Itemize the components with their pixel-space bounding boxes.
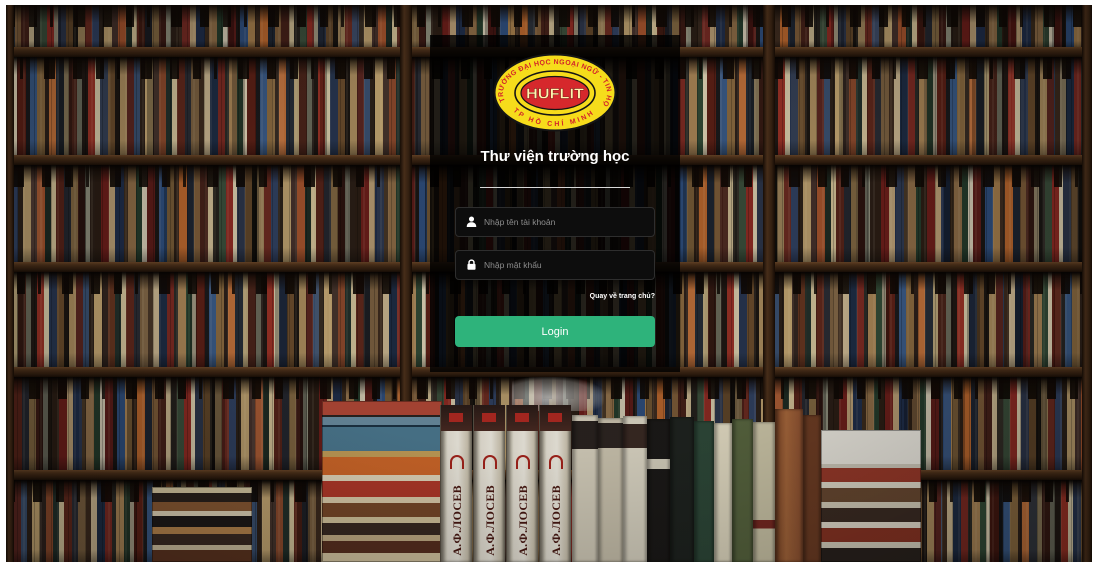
back-to-home-link[interactable]: Quay về trang chủ? bbox=[590, 292, 655, 302]
spine-cap bbox=[507, 405, 538, 431]
password-field bbox=[455, 250, 655, 280]
book-spine: А.Ф.ЛОСЕВ bbox=[539, 405, 571, 562]
book-spine-label: А.Ф.ЛОСЕВ bbox=[483, 485, 497, 556]
book-spine bbox=[572, 415, 598, 562]
book-spine-label: А.Ф.ЛОСЕВ bbox=[450, 485, 464, 556]
password-input[interactable] bbox=[484, 251, 650, 279]
shelf-post bbox=[1082, 5, 1092, 562]
page-title: Thư viện trường học bbox=[480, 148, 630, 165]
huflit-logo: HUFLIT TRƯỜNG ĐẠI HỌC NGOẠI NGỮ - TIN HỌ… bbox=[493, 53, 617, 132]
title-divider bbox=[480, 187, 630, 188]
book-spine: А.Ф.ЛОСЕВ bbox=[473, 405, 505, 562]
book-spine bbox=[803, 415, 821, 562]
book-spine bbox=[647, 419, 670, 562]
lock-icon bbox=[467, 259, 476, 270]
spine-cap bbox=[540, 405, 571, 431]
book-spine bbox=[753, 422, 775, 562]
book-stack bbox=[322, 401, 442, 562]
user-icon bbox=[466, 216, 477, 227]
shelf-post bbox=[6, 5, 14, 562]
username-input[interactable] bbox=[484, 208, 650, 236]
login-panel: HUFLIT TRƯỜNG ĐẠI HỌC NGOẠI NGỮ - TIN HỌ… bbox=[430, 35, 680, 372]
logo-wordmark: HUFLIT bbox=[526, 87, 584, 103]
spine-cap bbox=[474, 405, 505, 431]
book-stack bbox=[821, 430, 921, 562]
book-spine bbox=[775, 409, 803, 562]
book-spine bbox=[694, 421, 714, 562]
book-spine bbox=[598, 418, 623, 562]
login-button[interactable]: Login bbox=[455, 316, 655, 347]
book-spine bbox=[623, 416, 647, 562]
book-spine-label: А.Ф.ЛОСЕВ bbox=[549, 485, 563, 556]
spine-cap bbox=[441, 405, 472, 431]
username-field bbox=[455, 207, 655, 237]
book-stack bbox=[152, 487, 252, 562]
book-spine bbox=[732, 419, 753, 562]
book-spine: А.Ф.ЛОСЕВ bbox=[506, 405, 538, 562]
book-spine bbox=[670, 417, 694, 562]
book-spine: А.Ф.ЛОСЕВ bbox=[440, 405, 472, 562]
book-spine-label: А.Ф.ЛОСЕВ bbox=[516, 485, 530, 556]
book-spine bbox=[714, 423, 732, 562]
